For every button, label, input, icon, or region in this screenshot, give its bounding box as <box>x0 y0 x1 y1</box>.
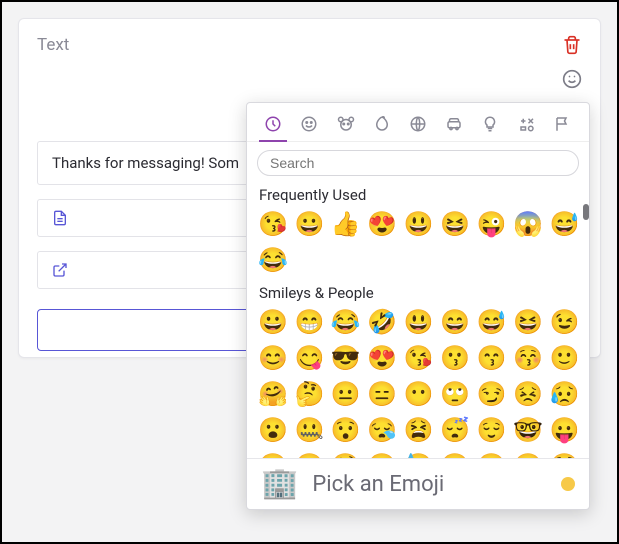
emoji[interactable]: 😌 <box>476 414 508 446</box>
emoji[interactable]: 😮 <box>257 414 289 446</box>
emoji[interactable]: 😀 <box>293 208 325 240</box>
emoji[interactable]: 😣 <box>512 378 544 410</box>
emoji[interactable]: 😄 <box>439 306 471 338</box>
emoji[interactable]: 😛 <box>549 414 581 446</box>
tab-travel[interactable] <box>436 109 472 141</box>
section-title-people: Smileys & People <box>259 284 581 302</box>
emoji[interactable]: 🤗 <box>257 378 289 410</box>
emoji[interactable]: 😐 <box>330 378 362 410</box>
emoji[interactable]: 🤣 <box>366 306 398 338</box>
emoji[interactable]: 🙄 <box>439 378 471 410</box>
emoji[interactable]: 😍 <box>366 342 398 374</box>
delete-icon[interactable] <box>562 35 582 55</box>
emoji[interactable]: 😚 <box>512 342 544 374</box>
emoji-picker: Frequently Used 😘😀👍😍😃😆😜😱😅😂 Smileys & Peo… <box>246 102 590 510</box>
emoji[interactable]: 😃 <box>403 208 435 240</box>
emoji[interactable]: 😃 <box>403 306 435 338</box>
emoji[interactable]: 😔 <box>439 450 471 458</box>
emoji[interactable]: 😏 <box>476 378 508 410</box>
emoji[interactable]: 😑 <box>366 378 398 410</box>
emoji[interactable]: 😶 <box>403 378 435 410</box>
emoji[interactable]: 😂 <box>330 306 362 338</box>
header-icons <box>562 35 582 89</box>
emoji-picker-toggle-icon[interactable] <box>562 69 582 89</box>
emoji[interactable]: 😘 <box>257 208 289 240</box>
card-header: Text <box>37 35 582 89</box>
emoji[interactable]: 😂 <box>257 244 289 276</box>
emoji[interactable]: 😊 <box>257 342 289 374</box>
emoji-grid-recent: 😘😀👍😍😃😆😜😱😅 😂 <box>257 208 583 276</box>
emoji[interactable]: 😪 <box>366 414 398 446</box>
emoji[interactable]: 🤔 <box>293 378 325 410</box>
emoji[interactable]: 😫 <box>403 414 435 446</box>
tab-food[interactable] <box>364 109 400 141</box>
emoji[interactable]: 😙 <box>476 342 508 374</box>
emoji-scroll-area[interactable]: Frequently Used 😘😀👍😍😃😆😜😱😅😂 Smileys & Peo… <box>247 182 589 458</box>
footer-preview-icon: 🏢 <box>261 469 298 499</box>
emoji[interactable]: 😁 <box>293 306 325 338</box>
document-icon <box>52 210 68 226</box>
tab-smileys[interactable] <box>291 109 327 141</box>
emoji[interactable]: 😅 <box>476 306 508 338</box>
emoji[interactable]: 🤐 <box>293 414 325 446</box>
emoji[interactable]: 👍 <box>330 208 362 240</box>
emoji[interactable]: 😉 <box>549 306 581 338</box>
tab-activities[interactable] <box>400 109 436 141</box>
emoji-grid-people: 😀😁😂🤣😃😄😅😆😉 😊😋😎😍😘😗😙😚🙂 🤗🤔😐😑😶🙄😏😣😥 😮🤐😯😪😫😴😌🤓😛 😜 😝 🤤 😒… <box>257 306 583 458</box>
emoji[interactable]: 🤤 <box>330 450 362 458</box>
emoji[interactable]: 😅 <box>549 208 581 240</box>
emoji[interactable]: 😀 <box>257 306 289 338</box>
emoji[interactable]: 😘 <box>403 342 435 374</box>
emoji[interactable]: 😜 <box>476 208 508 240</box>
emoji[interactable]: 😗 <box>439 342 471 374</box>
emoji[interactable]: 😕 <box>476 450 508 458</box>
emoji[interactable]: 😱 <box>512 208 544 240</box>
emoji[interactable]: 😒 <box>366 450 398 458</box>
card-title: Text <box>37 35 69 55</box>
emoji[interactable]: 😴 <box>439 414 471 446</box>
emoji[interactable]: 😜 <box>257 450 289 458</box>
emoji[interactable]: 🙃 <box>512 450 544 458</box>
scrollbar-thumb[interactable] <box>583 204 589 220</box>
emoji-picker-footer: 🏢 Pick an Emoji <box>247 458 589 509</box>
tab-recent[interactable] <box>255 109 291 141</box>
tab-animals[interactable] <box>327 109 363 141</box>
emoji[interactable]: 😎 <box>330 342 362 374</box>
tab-objects[interactable] <box>472 109 508 141</box>
footer-label: Pick an Emoji <box>312 472 547 497</box>
section-title-recent: Frequently Used <box>259 186 581 204</box>
emoji[interactable]: 🙂 <box>549 342 581 374</box>
emoji[interactable]: 😝 <box>293 450 325 458</box>
emoji-category-tabs <box>247 103 589 142</box>
emoji-search-input[interactable] <box>257 150 579 176</box>
emoji[interactable]: 😆 <box>439 208 471 240</box>
emoji[interactable]: 😲 <box>549 450 581 458</box>
emoji[interactable]: 😋 <box>293 342 325 374</box>
emoji[interactable]: 🤓 <box>512 414 544 446</box>
emoji[interactable]: 😥 <box>549 378 581 410</box>
emoji[interactable]: 😍 <box>366 208 398 240</box>
skin-tone-selector[interactable] <box>561 477 575 491</box>
emoji[interactable]: 😆 <box>512 306 544 338</box>
external-link-icon <box>52 262 68 278</box>
emoji[interactable]: 😓 <box>403 450 435 458</box>
tab-flags[interactable] <box>545 109 581 141</box>
emoji[interactable]: 😯 <box>330 414 362 446</box>
tab-symbols[interactable] <box>509 109 545 141</box>
